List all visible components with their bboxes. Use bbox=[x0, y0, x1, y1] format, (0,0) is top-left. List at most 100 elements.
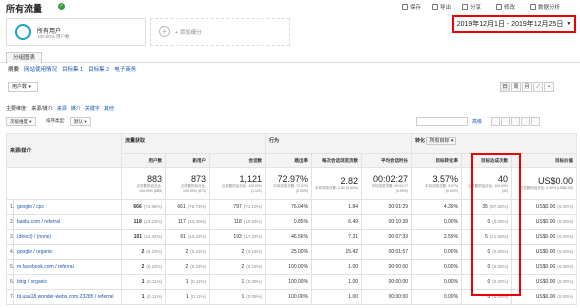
advanced-filter-link[interactable]: 高级 bbox=[472, 118, 482, 125]
report-table: 来源/媒介 流量获取 行为 转化 所有目标 ▾ 用户数 新用户 会话数 跳出率 … bbox=[5, 133, 578, 305]
export-icon bbox=[432, 4, 438, 10]
cell-bounce-rate: 100.00% bbox=[265, 259, 313, 275]
segment-card[interactable]: 所有用户 100.00% 用户数 bbox=[6, 18, 146, 46]
subnav-goal-set-2[interactable]: 目标集 2 bbox=[88, 65, 109, 76]
col-goal-conversion-rate[interactable]: 目标转化率 bbox=[411, 153, 463, 168]
tab-bar: 分组图表 bbox=[0, 50, 580, 63]
table-row: 4. google / organic 2 (0.22%) 2 (0.23%) 2 (0.18… bbox=[6, 244, 578, 260]
table-controls: 次级维度 ▾ 排序类型: 默认 ▾ 高级 bbox=[6, 117, 576, 127]
share-button[interactable]: 分享 bbox=[462, 3, 481, 11]
dimension-active: 来源/媒介 bbox=[31, 106, 53, 112]
col-bounce-rate[interactable]: 跳出率 bbox=[265, 153, 313, 168]
total-new-users: 873 占总数的百分比: 100.00% (873) bbox=[165, 167, 211, 200]
subnav-site-usage[interactable]: 网站使用情况 bbox=[24, 65, 57, 76]
col-users[interactable]: 用户数 bbox=[121, 153, 167, 168]
cell-sessions: 2 (0.18%) bbox=[209, 244, 267, 260]
cell-pages-per-session: 6.49 bbox=[311, 214, 363, 230]
cell-goal-completions: 0 (0.00%) bbox=[461, 289, 513, 305]
export-button[interactable]: 导出 bbox=[432, 3, 451, 11]
row-source-medium-link[interactable]: (direct) / (none) bbox=[12, 229, 123, 245]
row-source-medium-link[interactable]: bt.usa18.wonder-webs.com.23285 / referra… bbox=[12, 289, 123, 305]
edit-button[interactable]: 修改 bbox=[496, 3, 515, 11]
cell-goal-completions: 5 (12.50%) bbox=[461, 229, 513, 245]
cell-users: 2 (0.22%) bbox=[121, 259, 167, 275]
cell-conversion-rate: 4.39% bbox=[411, 199, 463, 215]
col-goal-value[interactable]: 目标价值 bbox=[511, 153, 578, 168]
explorer-subnav: 摘要 网站使用情况 目标集 1 目标集 2 电子商务 bbox=[0, 65, 580, 76]
dimension-other[interactable]: 其他 bbox=[104, 105, 114, 112]
pencil-icon bbox=[496, 4, 502, 10]
cell-sessions: 1 (0.09%) bbox=[209, 274, 267, 290]
subnav-summary[interactable]: 摘要 bbox=[8, 65, 19, 76]
compare-view-icon[interactable] bbox=[521, 117, 530, 126]
day-button[interactable]: 日 bbox=[500, 82, 510, 92]
dimension-medium[interactable]: 媒介 bbox=[71, 105, 81, 112]
tab-explorer[interactable]: 分组图表 bbox=[6, 52, 42, 63]
pie-view-icon[interactable] bbox=[501, 117, 510, 126]
cell-sessions: 118 (10.53%) bbox=[209, 214, 267, 230]
motion-chart-icon[interactable]: • bbox=[544, 82, 554, 92]
col-avg-session-duration[interactable]: 平均会话时长 bbox=[361, 153, 413, 168]
cell-bounce-rate: 46.56% bbox=[265, 229, 313, 245]
week-button[interactable]: 周 bbox=[511, 82, 521, 92]
subnav-goal-set-1[interactable]: 目标集 1 bbox=[62, 65, 83, 76]
goal-select[interactable]: 所有目标 ▾ bbox=[426, 137, 457, 145]
insights-button[interactable]: 数据分析 bbox=[530, 3, 560, 11]
cell-goal-value: US$0.00 (0.00%) bbox=[511, 274, 578, 290]
top-bar: 所有流量 ✓ 保存 导出 分享 修改 数据分析 bbox=[0, 0, 580, 16]
cell-new-users: 2 (0.23%) bbox=[165, 259, 211, 275]
line-chart-icon[interactable]: ⟋ bbox=[533, 82, 543, 92]
row-source-medium-link[interactable]: bing / organic bbox=[12, 274, 123, 290]
cell-sessions: 193 (17.22%) bbox=[209, 229, 267, 245]
cell-sessions: 1 (0.09%) bbox=[209, 289, 267, 305]
cell-sessions: 2 (0.18%) bbox=[209, 259, 267, 275]
cell-users: 101 (11.32%) bbox=[121, 229, 167, 245]
page-title: 所有流量 bbox=[6, 4, 43, 14]
cell-bounce-rate: 100.00% bbox=[265, 289, 313, 305]
secondary-dimension-button[interactable]: 次级维度 ▾ bbox=[6, 117, 36, 126]
cell-goal-value: US$0.00 (0.00%) bbox=[511, 289, 578, 305]
row-source-medium-link[interactable]: google / organic bbox=[12, 244, 123, 260]
primary-dimension-row: 主要维度: 来源/媒介 来源 媒介 关键字 其他 bbox=[6, 105, 114, 112]
col-new-users[interactable]: 新用户 bbox=[165, 153, 211, 168]
table-view-icon[interactable] bbox=[491, 117, 500, 126]
dimension-header[interactable]: 来源/媒介 bbox=[5, 133, 123, 168]
month-button[interactable]: 月 bbox=[522, 82, 532, 92]
col-goal-completions[interactable]: 目标达成次数 bbox=[461, 153, 513, 168]
row-source-medium-link[interactable]: google / cpc bbox=[12, 199, 123, 215]
cell-conversion-rate: 2.59% bbox=[411, 229, 463, 245]
col-pages-per-session[interactable]: 每次会话浏览页数 bbox=[311, 153, 363, 168]
cell-conversion-rate: 0.00% bbox=[411, 274, 463, 290]
row-source-medium-link[interactable]: m.facebook.com / referral bbox=[12, 259, 123, 275]
add-segment-button[interactable]: + + 添加细分 bbox=[150, 18, 290, 46]
cell-users: 666 (74.66%) bbox=[121, 199, 167, 215]
dimension-source[interactable]: 来源 bbox=[57, 105, 67, 112]
bar-view-icon[interactable] bbox=[511, 117, 520, 126]
plus-icon: + bbox=[159, 26, 170, 37]
table-search-input[interactable] bbox=[416, 117, 468, 126]
total-goal-completions: 40 占总数的百分比: 100.00% (40) bbox=[461, 167, 513, 200]
verified-icon: ✓ bbox=[58, 3, 65, 10]
total-sessions: 1,121 占总数的百分比: 100.00% (1,121) bbox=[209, 167, 267, 200]
dimension-keyword[interactable]: 关键字 bbox=[85, 105, 100, 112]
subnav-ecommerce[interactable]: 电子商务 bbox=[114, 65, 136, 76]
row-source-medium-link[interactable]: baidu.com / referral bbox=[12, 214, 123, 230]
cell-pages-per-session: 1.84 bbox=[311, 199, 363, 215]
cell-avg-duration: 00:10:39 bbox=[361, 214, 413, 230]
row-index: 1. bbox=[6, 199, 14, 215]
cell-users: 1 (0.11%) bbox=[121, 289, 167, 305]
save-button[interactable]: 保存 bbox=[402, 3, 421, 11]
pivot-view-icon[interactable] bbox=[531, 117, 540, 126]
metric-select[interactable]: 用户数 ▾ bbox=[8, 82, 38, 92]
table-row: 2. baidu.com / referral 118 (13.23%) 117 (13.… bbox=[6, 214, 578, 230]
cell-conversion-rate: 0.00% bbox=[411, 259, 463, 275]
date-range-picker[interactable]: 2019年12月1日 - 2019年12月25日 ▼ bbox=[452, 15, 576, 33]
cell-new-users: 661 (75.72%) bbox=[165, 199, 211, 215]
sort-type-select[interactable]: 默认 ▾ bbox=[70, 117, 91, 126]
cell-new-users: 2 (0.23%) bbox=[165, 244, 211, 260]
total-pages-per-session: 2.82 平均浏览次数: 2.82 (0.00%) bbox=[311, 167, 363, 200]
cell-users: 2 (0.22%) bbox=[121, 244, 167, 260]
col-sessions[interactable]: 会话数 bbox=[209, 153, 267, 168]
totals-row: 883 占总数的百分比: 100.00% (883) 873 占总数的百分比: 10… bbox=[5, 167, 578, 200]
cell-new-users: 117 (13.40%) bbox=[165, 214, 211, 230]
